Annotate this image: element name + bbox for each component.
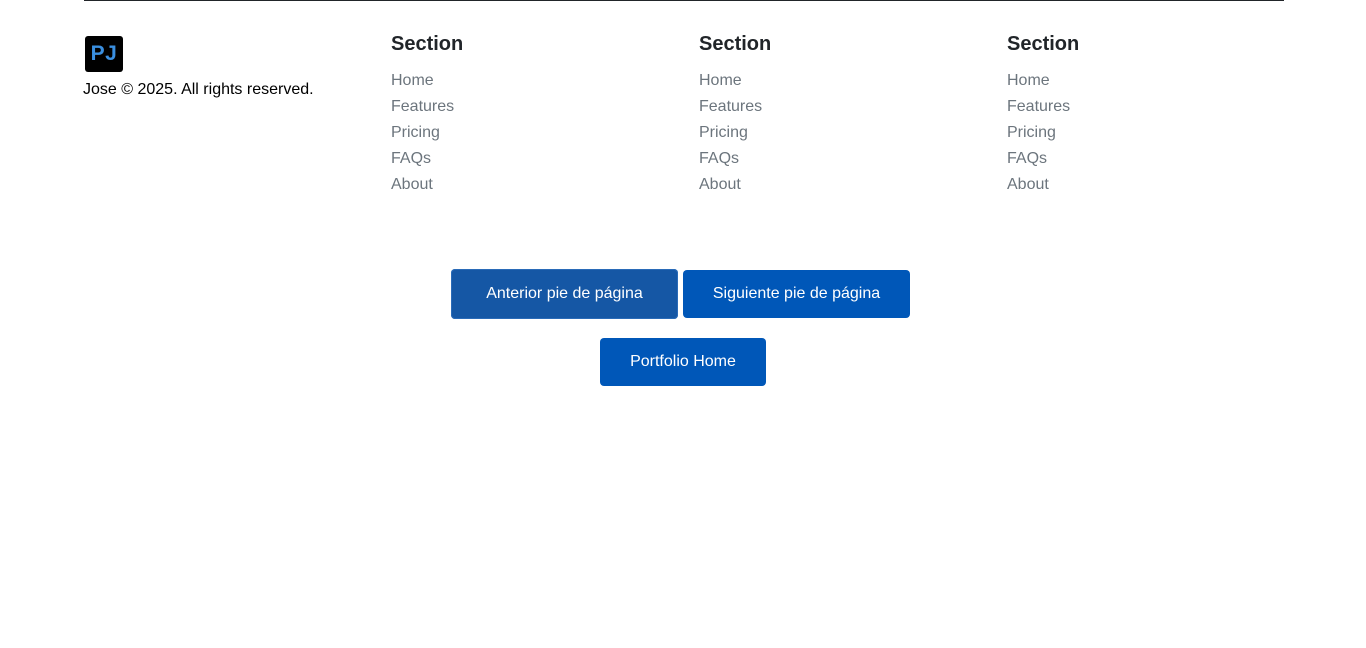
footer-link-pricing[interactable]: Pricing: [699, 124, 748, 141]
section-link-list: Home Features Pricing FAQs About: [699, 68, 979, 198]
top-divider: [84, 0, 1284, 1]
site-footer: PJ Jose © 2025. All rights reserved. Sec…: [83, 34, 1283, 204]
footer-link-about[interactable]: About: [1007, 176, 1049, 193]
section-link-list: Home Features Pricing FAQs About: [1007, 68, 1287, 198]
footer-link-faqs[interactable]: FAQs: [1007, 150, 1047, 167]
portfolio-home-button[interactable]: Portfolio Home: [600, 338, 766, 386]
footer-link-home[interactable]: Home: [699, 72, 742, 89]
section-title: Section: [391, 33, 464, 55]
footer-link-home[interactable]: Home: [391, 72, 434, 89]
footer-section-2: Section Home Features Pricing FAQs About: [699, 34, 979, 198]
footer-link-about[interactable]: About: [699, 176, 741, 193]
footer-link-about[interactable]: About: [391, 176, 433, 193]
section-title: Section: [1007, 33, 1080, 55]
footer-link-faqs[interactable]: FAQs: [699, 150, 739, 167]
footer-link-pricing[interactable]: Pricing: [391, 124, 440, 141]
previous-footer-button[interactable]: Anterior pie de página: [451, 269, 678, 319]
footer-link-features[interactable]: Features: [391, 98, 454, 115]
section-title: Section: [699, 33, 772, 55]
copyright-text: Jose © 2025. All rights reserved.: [83, 81, 314, 98]
footer-link-features[interactable]: Features: [1007, 98, 1070, 115]
footer-link-features[interactable]: Features: [699, 98, 762, 115]
footer-link-home[interactable]: Home: [1007, 72, 1050, 89]
next-footer-button[interactable]: Siguiente pie de página: [683, 270, 910, 318]
footer-link-faqs[interactable]: FAQs: [391, 150, 431, 167]
footer-section-1: Section Home Features Pricing FAQs About: [391, 34, 671, 198]
footer-section-3: Section Home Features Pricing FAQs About: [1007, 34, 1287, 198]
brand-logo[interactable]: PJ: [85, 36, 123, 72]
section-link-list: Home Features Pricing FAQs About: [391, 68, 671, 198]
footer-link-pricing[interactable]: Pricing: [1007, 124, 1056, 141]
